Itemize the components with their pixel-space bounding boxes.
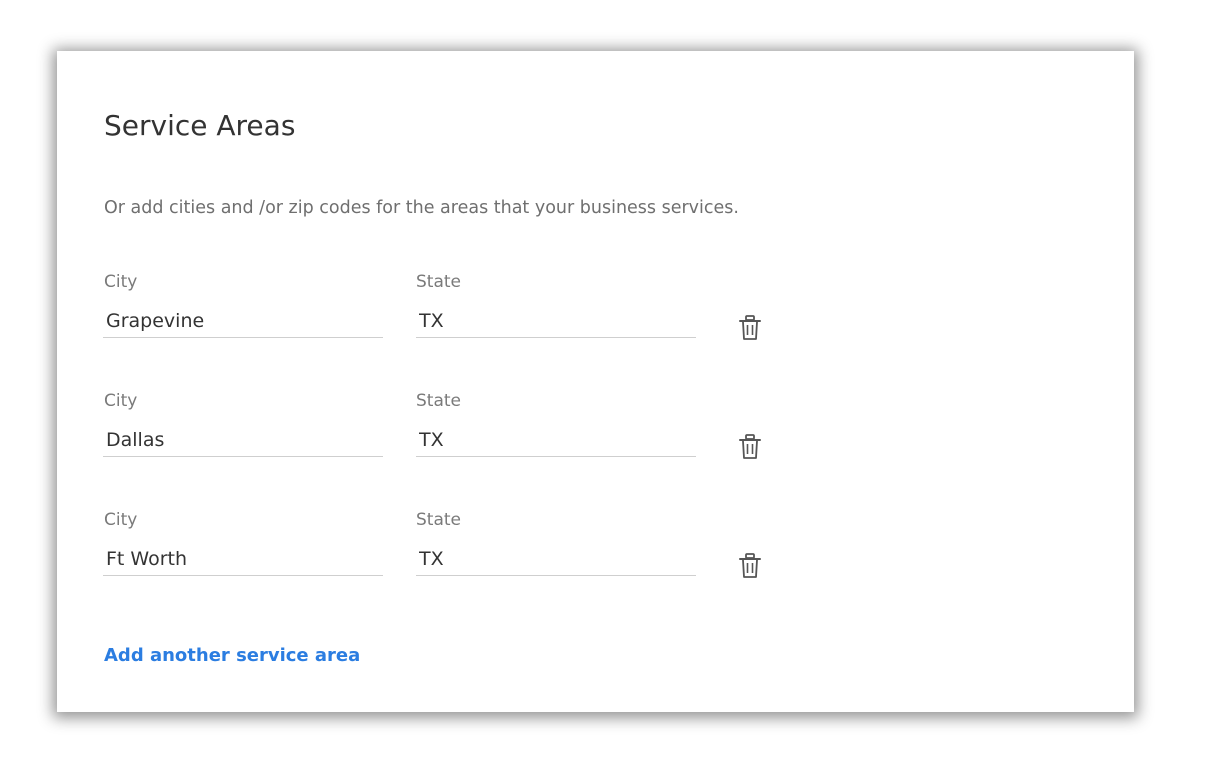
state-input[interactable] bbox=[416, 424, 696, 457]
city-label: City bbox=[104, 272, 138, 292]
add-service-area-link[interactable]: Add another service area bbox=[104, 645, 360, 666]
service-area-row: City State bbox=[57, 391, 1134, 501]
service-area-row: City State bbox=[57, 510, 1134, 620]
city-input[interactable] bbox=[103, 305, 383, 338]
state-input[interactable] bbox=[416, 543, 696, 576]
city-label: City bbox=[104, 391, 138, 411]
trash-icon bbox=[739, 553, 761, 578]
service-areas-card: Service Areas Or add cities and /or zip … bbox=[57, 51, 1134, 712]
service-area-row: City State bbox=[57, 272, 1134, 382]
delete-service-area-button[interactable] bbox=[737, 314, 763, 342]
state-input[interactable] bbox=[416, 305, 696, 338]
state-label: State bbox=[416, 272, 461, 292]
trash-icon bbox=[739, 434, 761, 459]
city-input[interactable] bbox=[103, 424, 383, 457]
delete-service-area-button[interactable] bbox=[737, 552, 763, 580]
state-label: State bbox=[416, 510, 461, 530]
city-label: City bbox=[104, 510, 138, 530]
card-title: Service Areas bbox=[104, 109, 296, 142]
city-input[interactable] bbox=[103, 543, 383, 576]
state-label: State bbox=[416, 391, 461, 411]
trash-icon bbox=[739, 315, 761, 340]
card-subtitle: Or add cities and /or zip codes for the … bbox=[104, 198, 739, 218]
delete-service-area-button[interactable] bbox=[737, 433, 763, 461]
